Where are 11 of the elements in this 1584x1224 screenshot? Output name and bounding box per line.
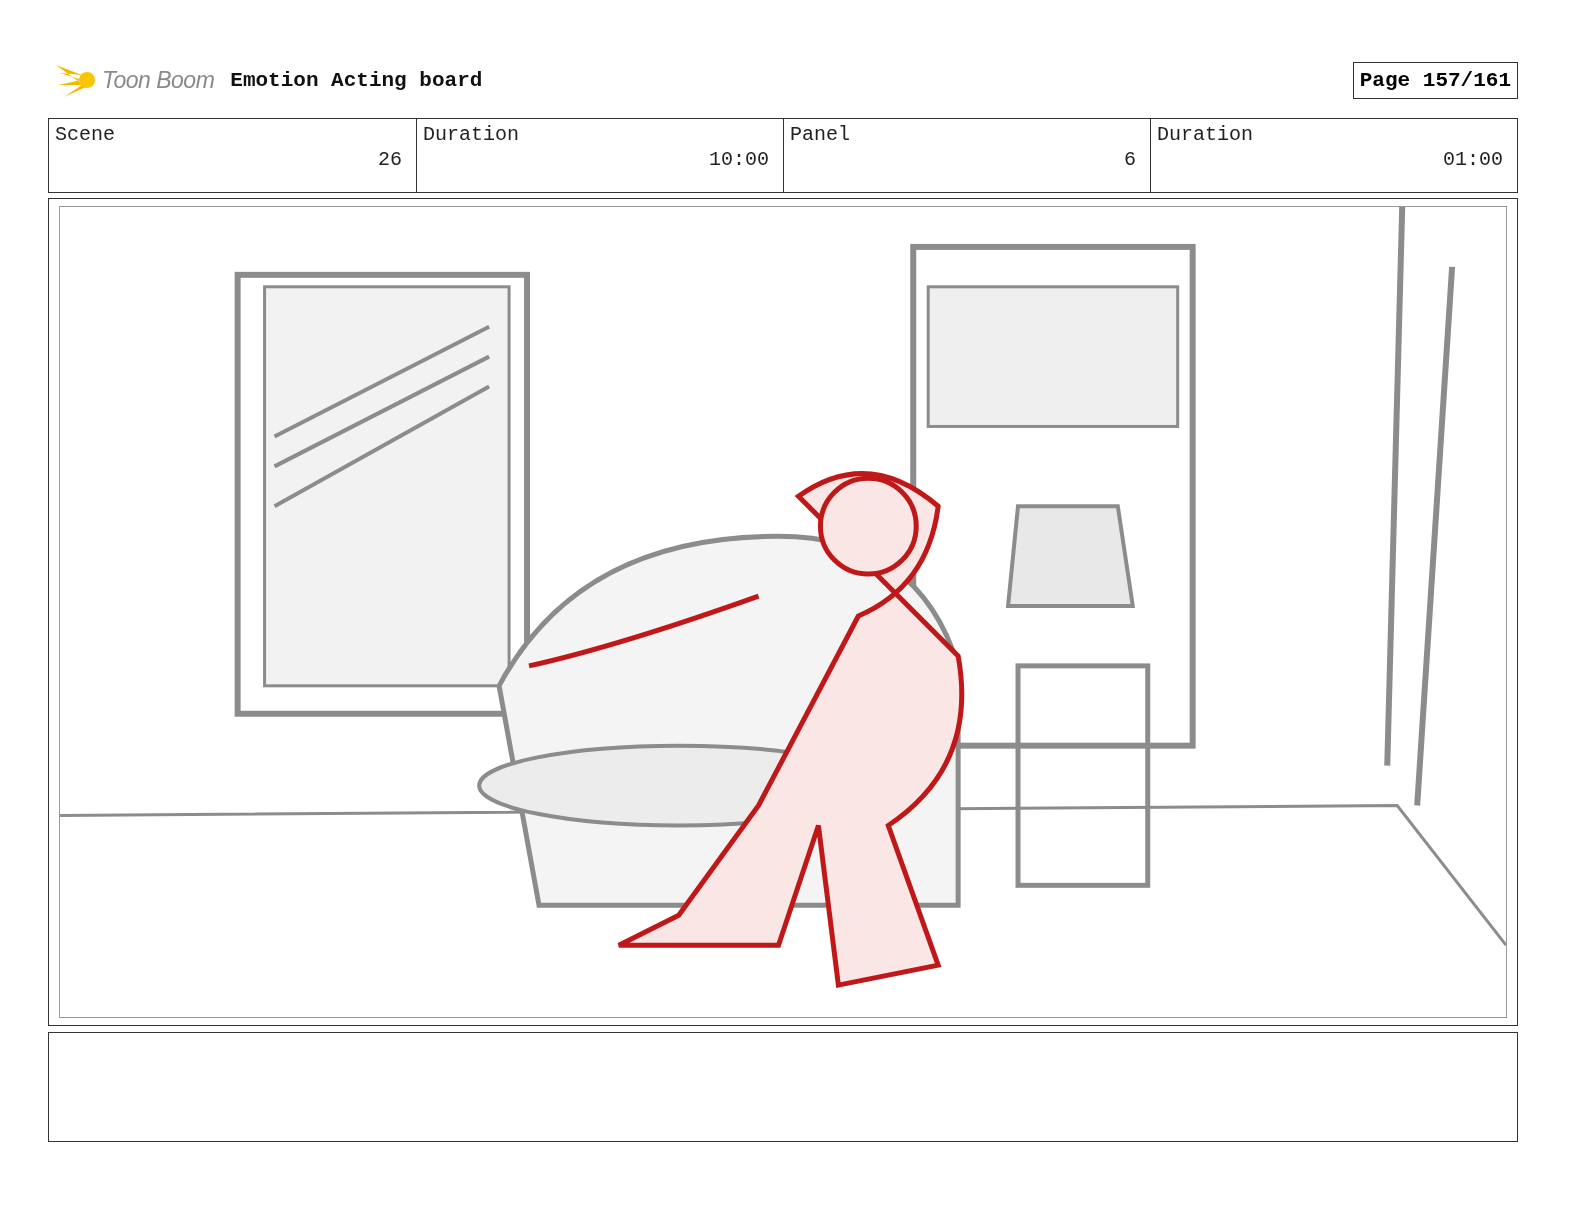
field-value: 6 — [1124, 148, 1136, 171]
field-value: 01:00 — [1443, 148, 1503, 171]
page-number: Page 157/161 — [1352, 61, 1518, 99]
field-label: Panel — [790, 123, 851, 146]
field-label: Duration — [423, 123, 520, 146]
field-value: 10:00 — [709, 148, 769, 171]
board-title: Emotion Acting board — [230, 68, 483, 92]
field-label: Scene — [55, 123, 116, 146]
field-label: Duration — [1157, 123, 1254, 146]
field-value: 26 — [378, 148, 402, 171]
logo-text: Toon Boom — [102, 66, 215, 94]
